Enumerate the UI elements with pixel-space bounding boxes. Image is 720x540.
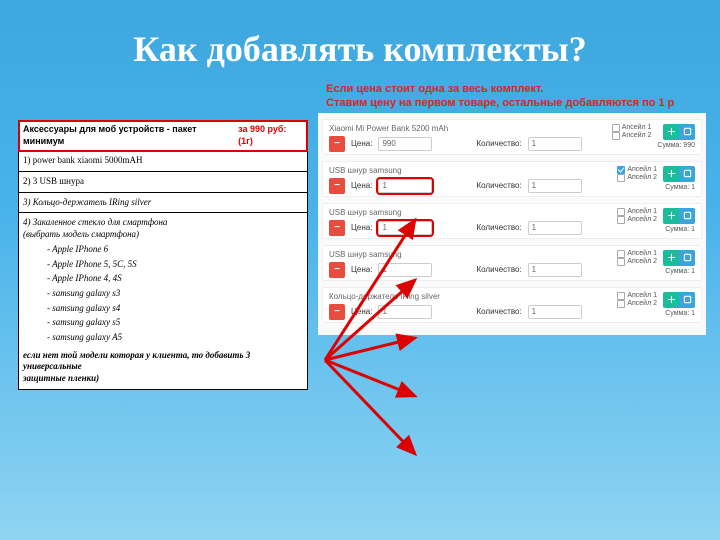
upsell-2-checkbox[interactable]: Апсейл 2 — [617, 174, 657, 182]
qty-label: Количество: — [476, 223, 521, 232]
doc-row-2: 2) 3 USB шнура — [19, 172, 307, 193]
doc-heading-price: за 990 руб: (1г) — [238, 124, 303, 147]
price-label: Цена: — [351, 265, 372, 274]
upsell-2-checkbox[interactable]: Апсейл 2 — [617, 300, 657, 308]
row-sum: Сумма: 1 — [665, 226, 695, 233]
upsell-1-checkbox[interactable]: Апсейл 1 — [617, 292, 657, 300]
upsell-2-checkbox[interactable]: Апсейл 2 — [612, 132, 652, 140]
price-label: Цена: — [351, 139, 372, 148]
qty-input[interactable]: 1 — [528, 137, 582, 151]
order-items-panel: Xiaomi Mi Power Bank 5200 mAh − Цена: 99… — [318, 113, 706, 335]
doc-model-item: - Apple IPhone 5, 5C, 5S — [47, 259, 303, 271]
action-button-2[interactable] — [679, 166, 695, 182]
upsell-1-checkbox[interactable]: Апсейл 1 — [617, 166, 657, 174]
qty-input[interactable]: 1 — [528, 221, 582, 235]
row-sum: Сумма: 1 — [665, 268, 695, 275]
doc-heading: Аксессуары для моб устройств - пакет мин… — [23, 124, 238, 147]
order-row: Xiaomi Mi Power Bank 5200 mAh − Цена: 99… — [322, 119, 702, 155]
action-button-2[interactable] — [679, 124, 695, 140]
action-button-1[interactable] — [663, 292, 679, 308]
order-row: Кольцо-держатель IRing silver − Цена: 1 … — [322, 287, 702, 323]
qty-input[interactable]: 1 — [528, 263, 582, 277]
qty-input[interactable]: 1 — [528, 305, 582, 319]
upsell-2-checkbox[interactable]: Апсейл 2 — [617, 216, 657, 224]
doc-model-list: - Apple IPhone 6 - Apple IPhone 5, 5C, 5S… — [23, 244, 303, 344]
slide-title: Как добавлять комплекты? — [0, 0, 720, 78]
qty-label: Количество: — [476, 181, 521, 190]
left-doc-panel: Аксессуары для моб устройств - пакет мин… — [18, 120, 308, 390]
doc-row-4: 4) Закаленное стекло для смартфона (выбр… — [19, 213, 307, 388]
doc-model-item: - samsung galaxy A5 — [47, 332, 303, 344]
row-sum: Сумма: 1 — [665, 310, 695, 317]
price-input[interactable]: 1 — [378, 263, 432, 277]
remove-button[interactable]: − — [329, 262, 345, 278]
doc-model-item: - samsung galaxy s5 — [47, 317, 303, 329]
action-button-1[interactable] — [663, 208, 679, 224]
qty-label: Количество: — [476, 265, 521, 274]
qty-label: Количество: — [476, 139, 521, 148]
price-label: Цена: — [351, 223, 372, 232]
remove-button[interactable]: − — [329, 304, 345, 320]
price-input[interactable]: 1 — [378, 221, 432, 235]
doc-row-4-sub: (выбрать модель смартфона) — [23, 229, 303, 241]
remove-button[interactable]: − — [329, 136, 345, 152]
instruction-note: Если цена стоит одна за весь комплект. С… — [318, 78, 706, 113]
price-label: Цена: — [351, 307, 372, 316]
action-button-1[interactable] — [663, 124, 679, 140]
price-input[interactable]: 1 — [378, 179, 432, 193]
upsell-2-checkbox[interactable]: Апсейл 2 — [617, 258, 657, 266]
doc-model-item: - Apple IPhone 4, 4S — [47, 273, 303, 285]
doc-footer-2: защитные пленки) — [23, 373, 303, 385]
price-input[interactable]: 990 — [378, 137, 432, 151]
doc-row-1: 1) power bank xiaomi 5000mAH — [19, 151, 307, 172]
action-button-1[interactable] — [663, 250, 679, 266]
order-row: USB шнур samsung − Цена: 1 Количество: 1… — [322, 203, 702, 239]
upsell-1-checkbox[interactable]: Апсейл 1 — [617, 208, 657, 216]
order-row: USB шнур samsung − Цена: 1 Количество: 1… — [322, 161, 702, 197]
action-button-1[interactable] — [663, 166, 679, 182]
doc-row-3: 3) Кольцо-держатель IRing silver — [19, 193, 307, 214]
instruction-line-1: Если цена стоит одна за весь комплект. — [326, 82, 698, 96]
upsell-1-checkbox[interactable]: Апсейл 1 — [617, 250, 657, 258]
qty-input[interactable]: 1 — [528, 179, 582, 193]
instruction-line-2: Ставим цену на первом товаре, остальные … — [326, 96, 698, 110]
row-sum: Сумма: 1 — [665, 184, 695, 191]
doc-model-item: - Apple IPhone 6 — [47, 244, 303, 256]
remove-button[interactable]: − — [329, 220, 345, 236]
doc-footer-1: если нет той модели которая у клиента, т… — [23, 350, 303, 373]
action-button-2[interactable] — [679, 250, 695, 266]
price-input[interactable]: 1 — [378, 305, 432, 319]
doc-model-item: - samsung galaxy s4 — [47, 303, 303, 315]
row-sum: Сумма: 990 — [657, 142, 695, 149]
upsell-1-checkbox[interactable]: Апсейл 1 — [612, 124, 652, 132]
remove-button[interactable]: − — [329, 178, 345, 194]
doc-model-item: - samsung galaxy s3 — [47, 288, 303, 300]
action-button-2[interactable] — [679, 208, 695, 224]
qty-label: Количество: — [476, 307, 521, 316]
price-label: Цена: — [351, 181, 372, 190]
doc-row-4-head: 4) Закаленное стекло для смартфона — [23, 217, 303, 229]
order-row: USB шнур samsung − Цена: 1 Количество: 1… — [322, 245, 702, 281]
action-button-2[interactable] — [679, 292, 695, 308]
